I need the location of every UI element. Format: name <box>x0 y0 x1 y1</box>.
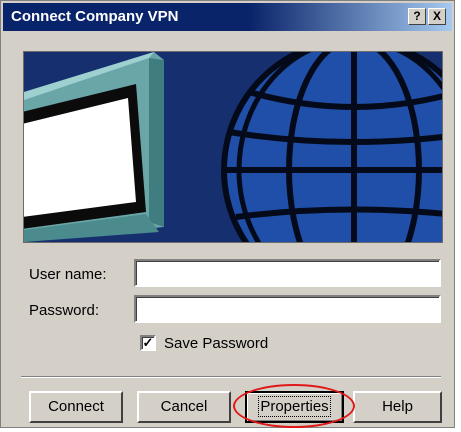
properties-button[interactable]: Properties <box>245 391 344 423</box>
title-bar[interactable]: Connect Company VPN ? X <box>3 3 452 31</box>
save-password-label[interactable]: Save Password <box>164 335 268 352</box>
username-input[interactable] <box>134 259 441 287</box>
help-button[interactable]: Help <box>353 391 442 423</box>
close-title-button[interactable]: X <box>428 8 446 25</box>
cancel-button-label: Cancel <box>160 398 208 415</box>
vpn-dialog: Connect Company VPN ? X User name: Passw… <box>0 0 455 428</box>
connect-button-label: Connect <box>48 398 104 415</box>
checkmark-icon: ✓ <box>142 335 154 350</box>
help-title-button[interactable]: ? <box>408 8 426 25</box>
banner-graphic <box>24 52 442 242</box>
vpn-banner-image <box>23 51 443 243</box>
password-input[interactable] <box>134 295 441 323</box>
connect-button[interactable]: Connect <box>29 391 123 423</box>
properties-button-label: Properties <box>258 396 331 417</box>
help-button-label: Help <box>382 398 413 415</box>
monitor-icon <box>24 52 164 242</box>
button-separator <box>21 376 441 378</box>
password-label: Password: <box>29 302 100 319</box>
cancel-button[interactable]: Cancel <box>137 391 231 423</box>
window-title: Connect Company VPN <box>11 8 179 25</box>
save-password-checkbox[interactable]: ✓ <box>140 335 156 351</box>
username-label: User name: <box>29 266 107 283</box>
globe-icon <box>221 52 442 242</box>
